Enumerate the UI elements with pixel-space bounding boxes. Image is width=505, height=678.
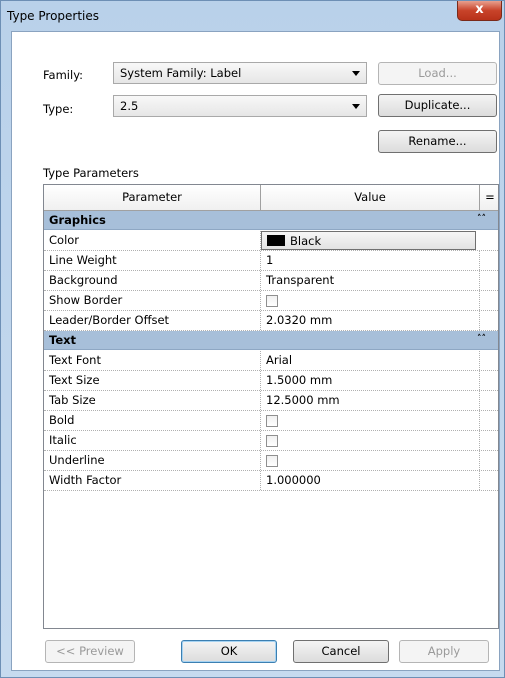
param-name: Tab Size bbox=[44, 391, 261, 410]
param-value-cell bbox=[261, 411, 480, 430]
formula-cell[interactable] bbox=[480, 471, 498, 490]
family-dropdown[interactable]: System Family: Label bbox=[113, 62, 367, 84]
param-name: Italic bbox=[44, 431, 261, 450]
preview-button[interactable]: << Preview bbox=[45, 640, 135, 663]
underline-checkbox[interactable] bbox=[266, 455, 278, 467]
param-value: Black bbox=[290, 234, 322, 248]
param-value-cell bbox=[261, 451, 480, 470]
param-value[interactable]: 1.000000 bbox=[261, 471, 480, 490]
formula-cell[interactable] bbox=[480, 371, 498, 390]
param-name: Leader/Border Offset bbox=[44, 311, 261, 330]
table-row[interactable]: Italic bbox=[44, 431, 498, 451]
color-value-button[interactable]: Black bbox=[261, 231, 476, 250]
type-parameters-heading: Type Parameters bbox=[43, 166, 139, 180]
close-button[interactable]: x bbox=[457, 1, 502, 21]
table-row[interactable]: Leader/Border Offset 2.0320 mm bbox=[44, 311, 498, 331]
param-name: Text Font bbox=[44, 351, 261, 370]
cancel-button[interactable]: Cancel bbox=[293, 640, 389, 663]
param-value[interactable]: 2.0320 mm bbox=[261, 311, 480, 330]
type-dropdown[interactable]: 2.5 bbox=[113, 95, 367, 117]
group-label: Graphics bbox=[49, 213, 106, 227]
formula-cell[interactable] bbox=[480, 291, 498, 310]
param-name: Background bbox=[44, 271, 261, 290]
param-name: Line Weight bbox=[44, 251, 261, 270]
table-row[interactable]: Tab Size 12.5000 mm bbox=[44, 391, 498, 411]
type-properties-dialog: Type Properties x Family: System Family:… bbox=[0, 0, 505, 678]
collapse-chevron-icon[interactable]: ˄˄ bbox=[477, 214, 486, 224]
param-name: Text Size bbox=[44, 371, 261, 390]
table-row[interactable]: Width Factor 1.000000 bbox=[44, 471, 498, 491]
param-value-cell bbox=[261, 291, 480, 310]
ok-button[interactable]: OK bbox=[181, 640, 277, 663]
table-row[interactable]: Text Size 1.5000 mm bbox=[44, 371, 498, 391]
formula-cell[interactable] bbox=[480, 271, 498, 290]
column-header-parameter[interactable]: Parameter bbox=[44, 185, 261, 211]
bold-checkbox[interactable] bbox=[266, 415, 278, 427]
param-name: Bold bbox=[44, 411, 261, 430]
chevron-down-icon bbox=[352, 71, 360, 76]
column-header-equals[interactable]: = bbox=[480, 185, 498, 211]
family-value: System Family: Label bbox=[120, 66, 242, 80]
load-button[interactable]: Load... bbox=[378, 62, 497, 85]
formula-cell[interactable] bbox=[480, 311, 498, 330]
title-bar[interactable]: Type Properties x bbox=[1, 1, 505, 31]
chevron-down-icon bbox=[352, 104, 360, 109]
table-row[interactable]: Background Transparent bbox=[44, 271, 498, 291]
dialog-title: Type Properties bbox=[7, 9, 100, 23]
column-header-value[interactable]: Value bbox=[261, 185, 480, 211]
param-value-cell bbox=[261, 431, 480, 450]
formula-cell[interactable] bbox=[480, 411, 498, 430]
formula-cell[interactable] bbox=[480, 431, 498, 450]
table-row[interactable]: Text Font Arial bbox=[44, 351, 498, 371]
type-value: 2.5 bbox=[120, 99, 139, 113]
param-name: Show Border bbox=[44, 291, 261, 310]
param-name: Color bbox=[44, 231, 261, 250]
formula-cell[interactable] bbox=[480, 351, 498, 370]
table-row[interactable]: Show Border bbox=[44, 291, 498, 311]
italic-checkbox[interactable] bbox=[266, 435, 278, 447]
type-parameters-table: Parameter Value = Graphics ˄˄ Color Blac… bbox=[43, 184, 499, 629]
group-header-graphics[interactable]: Graphics ˄˄ bbox=[44, 211, 498, 230]
show-border-checkbox[interactable] bbox=[266, 295, 278, 307]
formula-cell[interactable] bbox=[480, 391, 498, 410]
param-name: Width Factor bbox=[44, 471, 261, 490]
param-value[interactable]: 1.5000 mm bbox=[261, 371, 480, 390]
param-value[interactable]: Arial bbox=[261, 351, 480, 370]
table-row[interactable]: Color Black bbox=[44, 231, 498, 251]
color-swatch-icon bbox=[267, 235, 285, 246]
table-row[interactable]: Underline bbox=[44, 451, 498, 471]
rename-button[interactable]: Rename... bbox=[378, 130, 497, 153]
param-value[interactable]: Transparent bbox=[261, 271, 480, 290]
table-row[interactable]: Line Weight 1 bbox=[44, 251, 498, 271]
collapse-chevron-icon[interactable]: ˄˄ bbox=[477, 334, 486, 344]
param-value[interactable]: 12.5000 mm bbox=[261, 391, 480, 410]
family-label: Family: bbox=[43, 68, 84, 82]
formula-cell[interactable] bbox=[480, 251, 498, 270]
param-name: Underline bbox=[44, 451, 261, 470]
group-header-text[interactable]: Text ˄˄ bbox=[44, 331, 498, 350]
table-row[interactable]: Bold bbox=[44, 411, 498, 431]
group-label: Text bbox=[49, 333, 77, 347]
formula-cell[interactable] bbox=[480, 451, 498, 470]
param-value[interactable]: 1 bbox=[261, 251, 480, 270]
apply-button[interactable]: Apply bbox=[399, 640, 489, 663]
type-label: Type: bbox=[43, 102, 74, 116]
duplicate-button[interactable]: Duplicate... bbox=[378, 94, 497, 117]
